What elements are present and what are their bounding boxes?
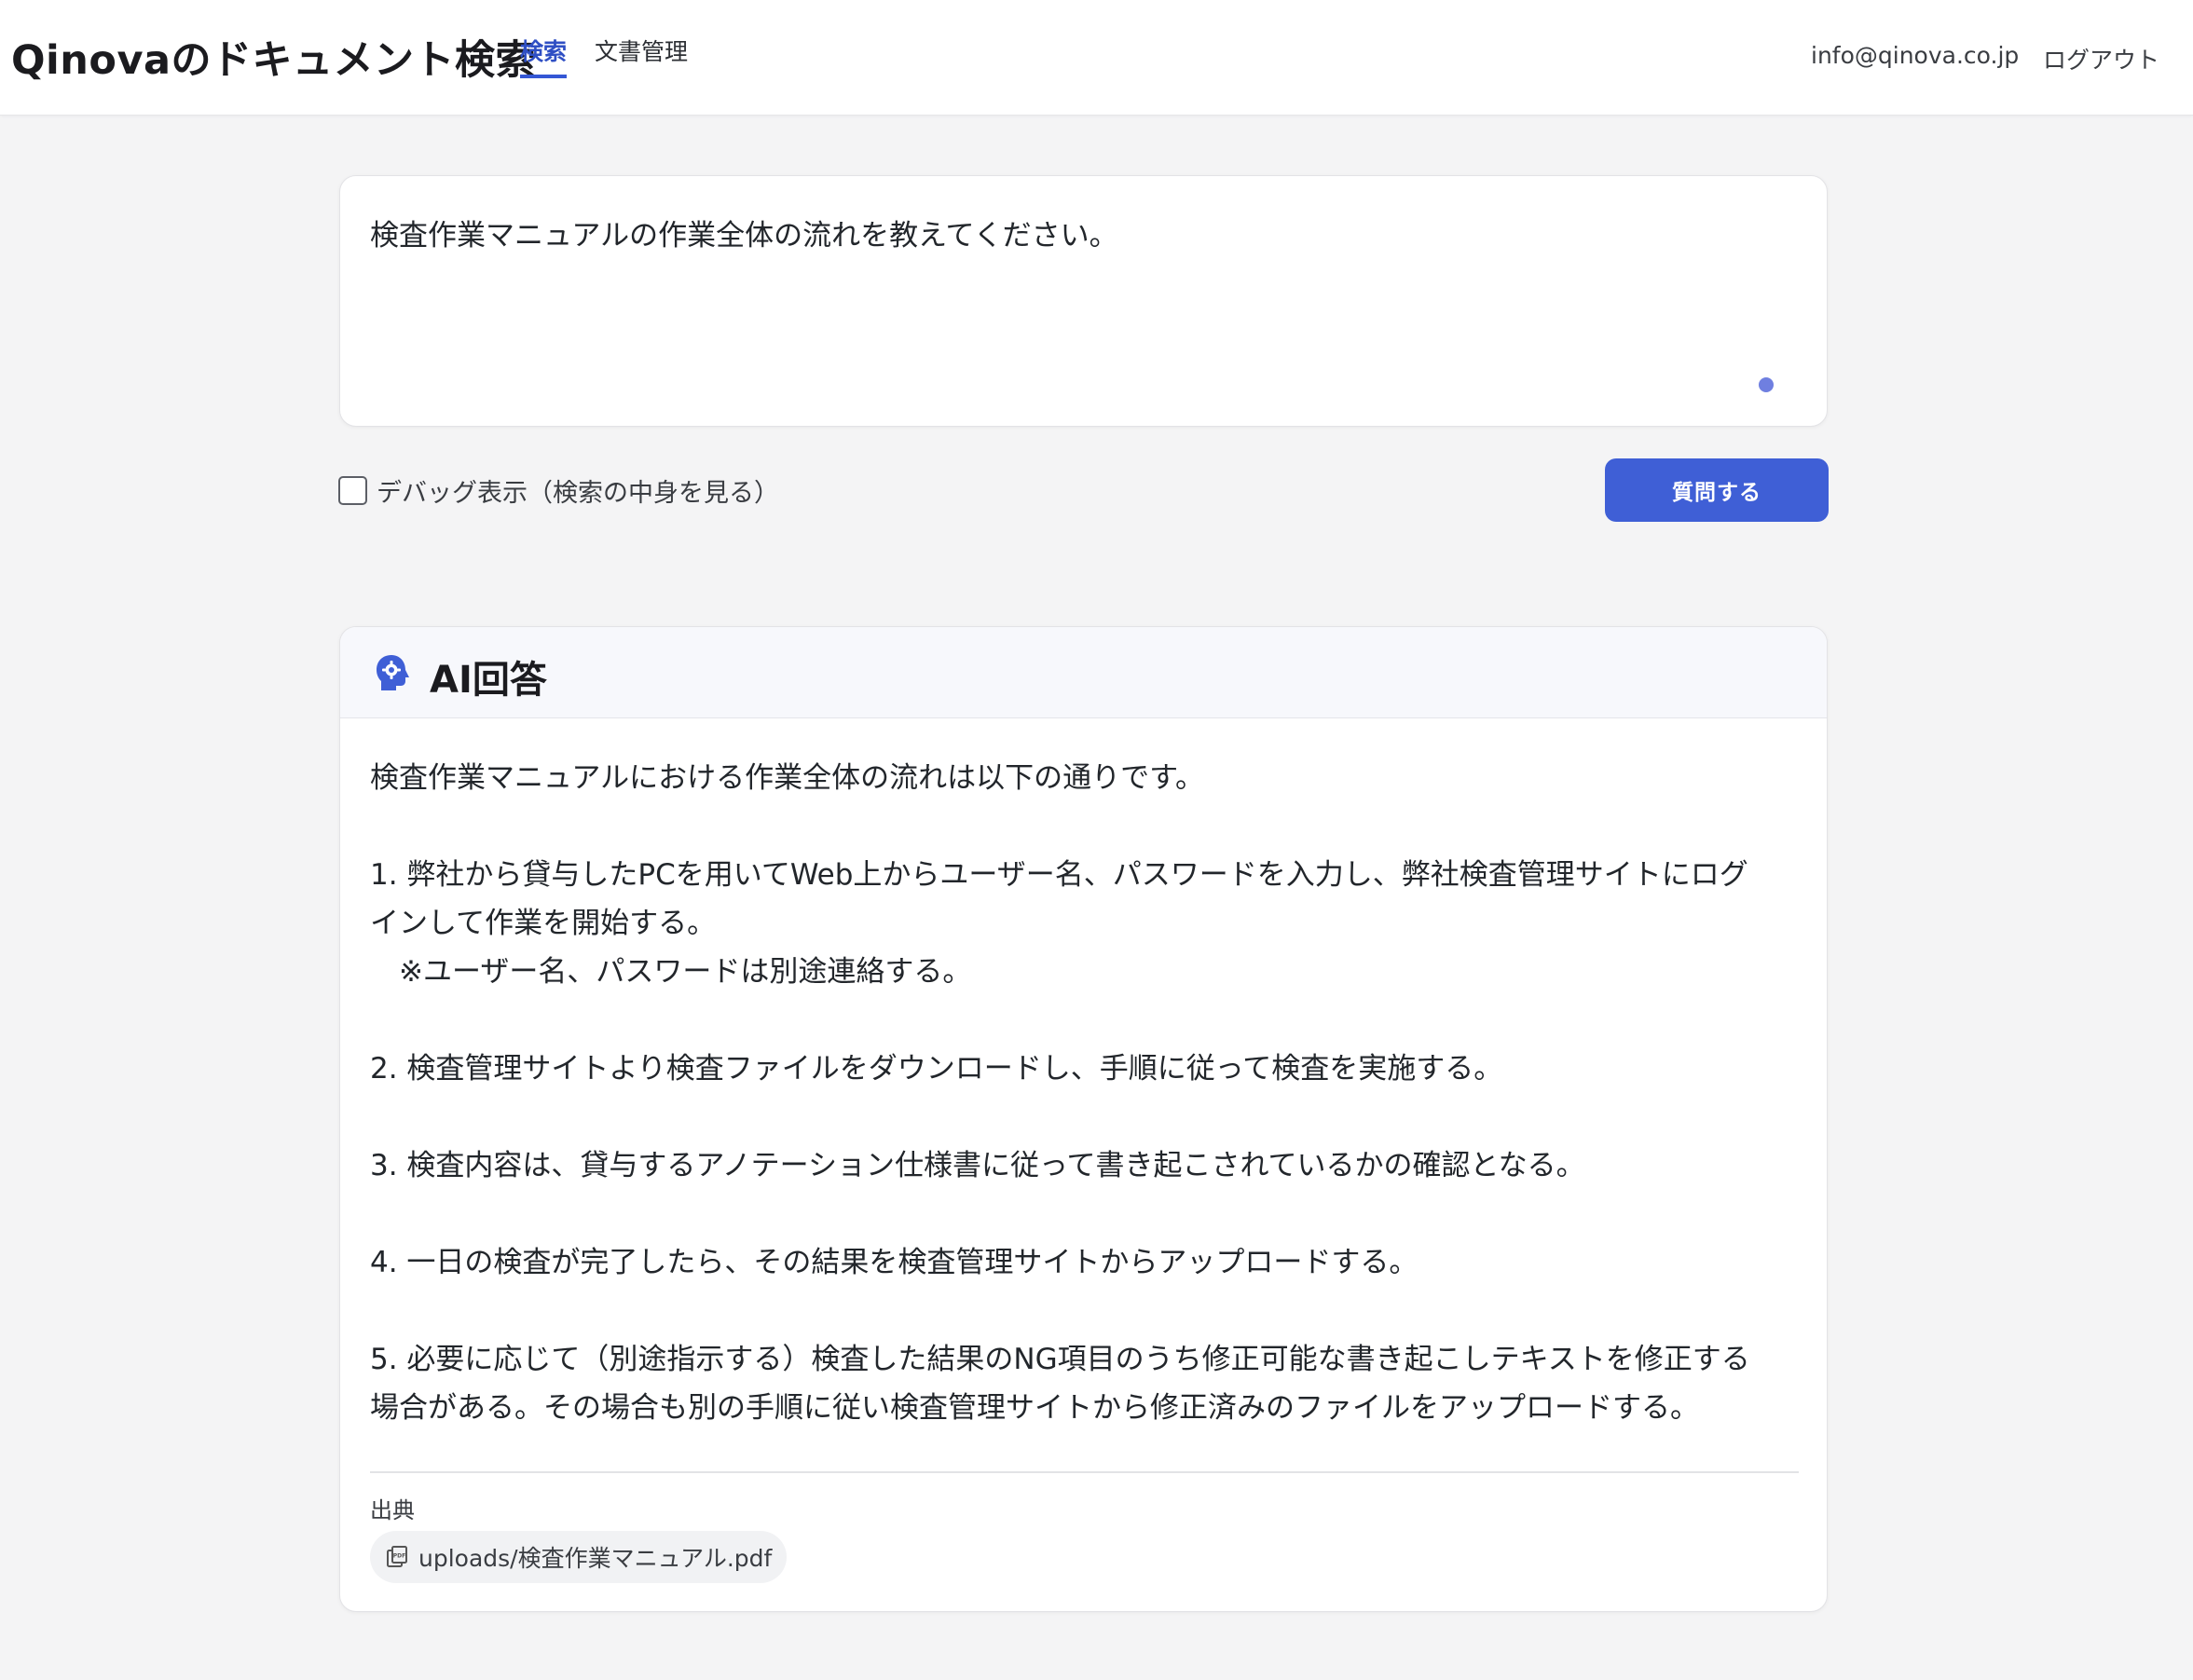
answer-line xyxy=(370,1287,1805,1335)
answer-line xyxy=(370,1093,1805,1141)
answer-title: AI回答 xyxy=(430,659,547,702)
answer-line: 場合がある。その場合も別の手順に従い検査管理サイトから修正済みのファイルをアップ… xyxy=(370,1391,1699,1425)
top-header: Qinovaのドキュメント検索 検索 文書管理 info@qinova.co.j… xyxy=(0,0,2193,116)
source-name: uploads/検査作業マニュアル.pdf xyxy=(418,1545,773,1572)
answer-card: AI回答 検査作業マニュアルにおける作業全体の流れは以下の通りです。 1. 弊社… xyxy=(339,626,1828,1612)
answer-line: 4. 一日の検査が完了したら、その結果を検査管理サイトからアップロードする。 xyxy=(370,1246,1419,1279)
answer-line xyxy=(370,1190,1805,1238)
query-input[interactable]: 検査作業マニュアルの作業全体の流れを教えてください。 xyxy=(339,175,1828,427)
pdf-file-icon: PDF xyxy=(387,1546,407,1567)
answer-line xyxy=(370,802,1805,851)
answer-line: 検査作業マニュアルにおける作業全体の流れは以下の通りです。 xyxy=(370,761,1204,795)
sources-divider xyxy=(370,1471,1799,1473)
tab-document-management[interactable]: 文書管理 xyxy=(595,34,688,67)
answer-line: 5. 必要に応じて（別途指示する）検査した結果のNG項目のうち修正可能な書き起こ… xyxy=(370,1343,1750,1376)
answer-line: インして作業を開始する。 xyxy=(370,907,717,940)
ai-head-gear-icon xyxy=(377,655,409,690)
answer-line: ※ユーザー名、パスワードは別途連絡する。 xyxy=(370,955,972,989)
ask-button[interactable]: 質問する xyxy=(1605,458,1829,522)
user-email: info@qinova.co.jp xyxy=(1811,42,2020,69)
answer-line: 2. 検査管理サイトより検査ファイルをダウンロードし、手順に従って検査を実施する… xyxy=(370,1052,1503,1086)
answer-line: 1. 弊社から貸与したPCを用いてWeb上からユーザー名、パスワードを入力し、弊… xyxy=(370,858,1748,892)
tab-search[interactable]: 検索 xyxy=(520,34,568,78)
app-title: Qinovaのドキュメント検索 xyxy=(11,37,536,84)
answer-line xyxy=(370,996,1805,1045)
debug-label: デバッグ表示（検索の中身を見る） xyxy=(377,478,779,508)
mic-dot-icon[interactable] xyxy=(1759,377,1774,392)
source-chip[interactable]: PDF uploads/検査作業マニュアル.pdf xyxy=(370,1531,788,1583)
debug-toggle[interactable]: デバッグ表示（検索の中身を見る） xyxy=(338,473,779,508)
query-text[interactable]: 検査作業マニュアルの作業全体の流れを教えてください。 xyxy=(370,212,1787,253)
answer-body: 検査作業マニュアルにおける作業全体の流れは以下の通りです。 1. 弊社から貸与し… xyxy=(370,754,1805,1432)
debug-checkbox[interactable] xyxy=(338,475,367,505)
logout-link[interactable]: ログアウト xyxy=(2043,42,2159,75)
answer-header: AI回答 xyxy=(340,627,1827,718)
svg-text:PDF: PDF xyxy=(393,1553,405,1560)
answer-line: 3. 検査内容は、貸与するアノテーション仕様書に従って書き起こされているかの確認… xyxy=(370,1149,1585,1182)
sources-label: 出典 xyxy=(370,1497,415,1523)
